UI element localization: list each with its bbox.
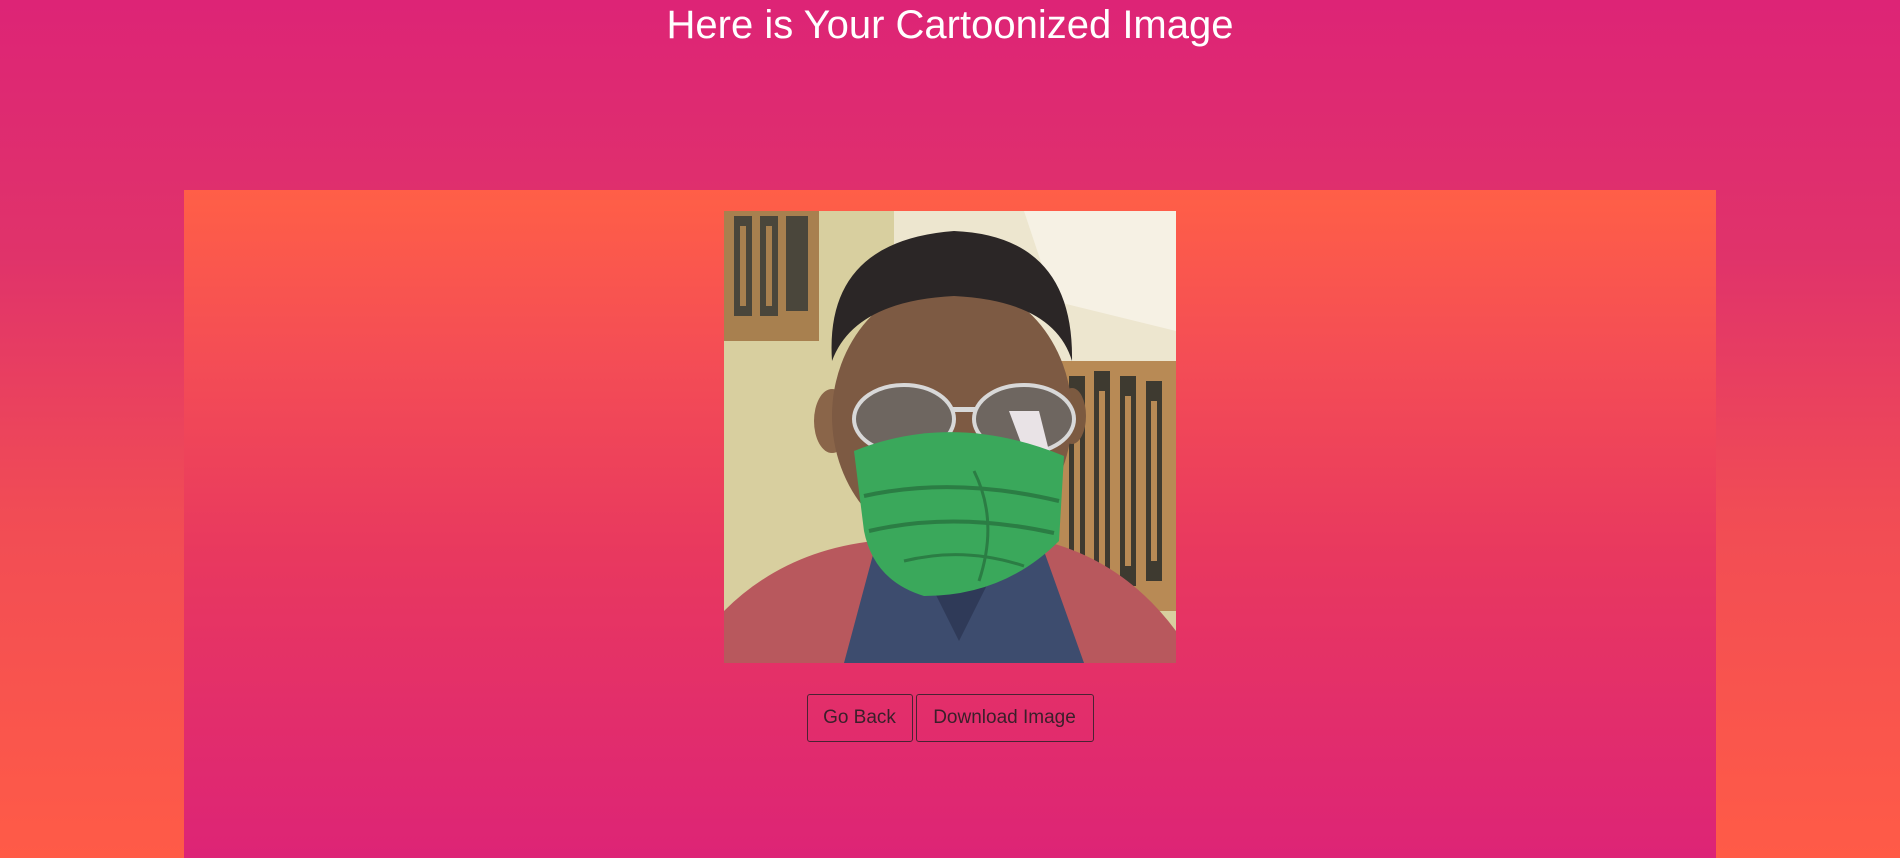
action-buttons: Go Back Download Image [184,694,1716,742]
cartoonized-photo-icon [724,211,1176,663]
result-panel: Go Back Download Image [184,190,1716,858]
download-image-button[interactable]: Download Image [915,694,1094,742]
go-back-button[interactable]: Go Back [806,694,913,742]
page-title: Here is Your Cartoonized Image [666,3,1234,47]
cartoonized-image [724,211,1176,663]
